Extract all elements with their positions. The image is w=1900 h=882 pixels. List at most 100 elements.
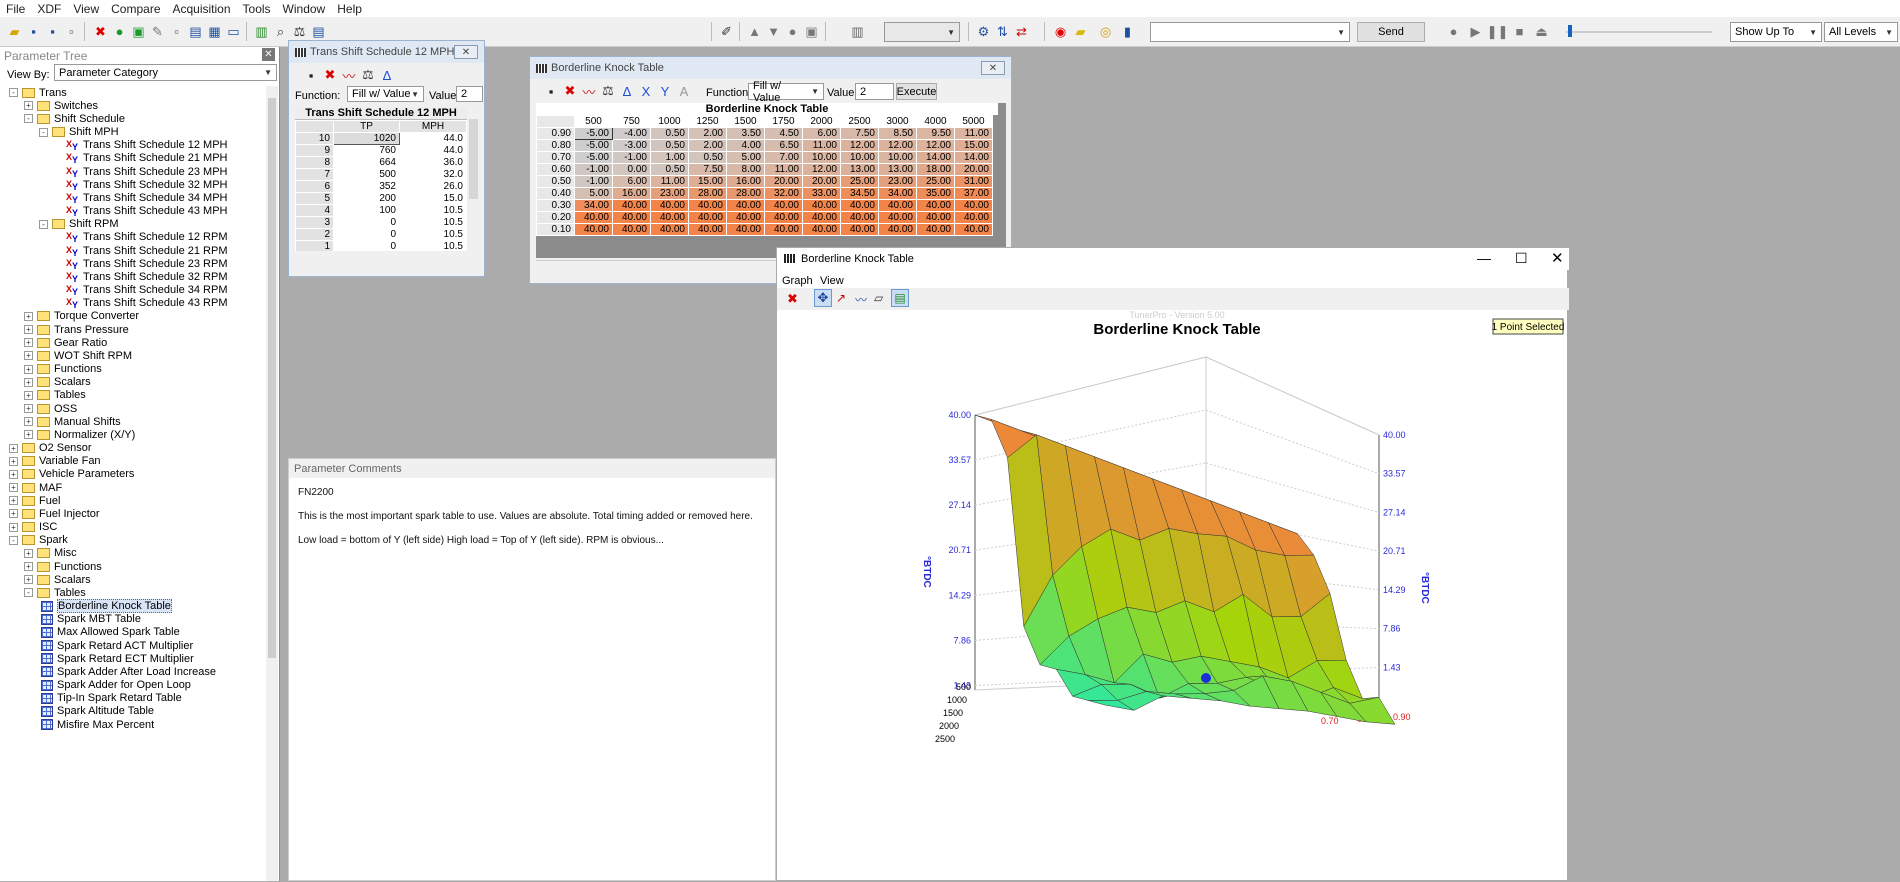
tree-node[interactable]: Spark Altitude Table	[41, 705, 154, 718]
wand-icon[interactable]: ✐	[718, 23, 735, 40]
surface-icon[interactable]: ▱	[874, 291, 883, 305]
table-cell[interactable]: 40.00	[688, 211, 727, 224]
arrows-icon[interactable]: ⇅	[994, 23, 1011, 40]
tree-node[interactable]: X Y Trans Shift Schedule 32 MPH	[66, 178, 228, 192]
table-cell[interactable]: 40.00	[574, 223, 613, 236]
menu-acquisition[interactable]: Acquisition	[167, 2, 237, 16]
table-cell[interactable]: 40.00	[802, 223, 841, 236]
tree-node[interactable]: Spark Adder After Load Increase	[41, 665, 216, 678]
table-cell[interactable]: 40.00	[954, 211, 993, 224]
collapse-icon[interactable]: -	[9, 88, 18, 97]
tree-node[interactable]: X Y Trans Shift Schedule 43 RPM	[66, 297, 228, 310]
tree-node[interactable]: + Misc	[24, 547, 77, 560]
up-icon[interactable]: ▲	[746, 23, 763, 40]
save-icon[interactable]: ▪	[25, 23, 42, 40]
compare-icon[interactable]: ⚖	[600, 83, 616, 99]
menu-graph[interactable]: Graph	[782, 275, 813, 287]
table-cell[interactable]: 32.00	[764, 187, 803, 200]
expand-icon[interactable]: +	[24, 101, 33, 111]
table-cell[interactable]: 10.00	[878, 151, 917, 164]
table-cell[interactable]: -5.00	[574, 151, 613, 164]
table-cell[interactable]: 44.0	[399, 132, 467, 145]
expand-icon[interactable]: +	[24, 430, 33, 440]
tools-icon[interactable]: ✎	[149, 23, 166, 40]
table-cell[interactable]: 12.00	[802, 163, 841, 176]
levels-select[interactable]: All Levels ▼	[1824, 22, 1898, 42]
table-cell[interactable]: 40.00	[878, 211, 917, 224]
table-cell[interactable]: 11.00	[802, 139, 841, 152]
table-cell[interactable]: 40.00	[650, 199, 689, 212]
menu-view[interactable]: View	[820, 275, 844, 287]
table-scrollbar[interactable]	[468, 107, 479, 251]
note-icon[interactable]: ▰	[1072, 23, 1089, 40]
table-cell[interactable]: 25.00	[916, 175, 955, 188]
tree-node[interactable]: + Torque Converter	[24, 310, 139, 323]
tree-node[interactable]: + Fuel	[9, 494, 60, 507]
move-icon[interactable]: ✥	[814, 289, 832, 307]
gauge-icon[interactable]: ◎	[1097, 23, 1114, 40]
table-cell[interactable]: 200	[333, 192, 400, 205]
command-select[interactable]: ▼	[1150, 22, 1350, 42]
table-cell[interactable]: 14.00	[916, 151, 955, 164]
tree-node[interactable]: - Shift Schedule	[24, 112, 125, 125]
binary-icon[interactable]: ▥	[253, 23, 270, 40]
table-cell[interactable]: 100	[333, 204, 400, 217]
tree-node[interactable]: + Fuel Injector	[9, 507, 100, 520]
table-cell[interactable]: 13.00	[878, 163, 917, 176]
table-cell[interactable]: 32.0	[399, 168, 467, 181]
expand-icon[interactable]: +	[24, 575, 33, 585]
table-cell[interactable]: 7.50	[840, 127, 879, 140]
show-up-to-select[interactable]: Show Up To ▼	[1730, 22, 1822, 42]
expand-icon[interactable]: +	[24, 404, 33, 414]
table-cell[interactable]: 18.00	[916, 163, 955, 176]
execute-button[interactable]: Execute	[896, 83, 937, 100]
tree-node[interactable]: X Y Trans Shift Schedule 43 MPH	[66, 205, 228, 218]
table-cell[interactable]: 40.00	[612, 223, 651, 236]
table-cell[interactable]: 6.00	[802, 127, 841, 140]
menu-xdf[interactable]: XDF	[31, 2, 67, 16]
transfer-icon[interactable]: ⇄	[1013, 23, 1030, 40]
table-cell[interactable]: 40.00	[612, 199, 651, 212]
table-cell[interactable]: 11.00	[954, 127, 993, 140]
table-cell[interactable]: 9.50	[916, 127, 955, 140]
expand-icon[interactable]: +	[24, 364, 33, 374]
table-cell[interactable]: -5.00	[574, 127, 613, 140]
expand-icon[interactable]: +	[9, 496, 18, 506]
table-cell[interactable]: 0.50	[650, 127, 689, 140]
table-cell[interactable]: 40.00	[688, 199, 727, 212]
table-cell[interactable]: 11.00	[764, 163, 803, 176]
table-cell[interactable]: 40.00	[840, 223, 879, 236]
rec-icon[interactable]: ●	[1445, 23, 1462, 40]
table-cell[interactable]: 40.00	[802, 211, 841, 224]
table-cell[interactable]: 1020	[333, 132, 400, 145]
table-cell[interactable]: 40.00	[916, 211, 955, 224]
table-cell[interactable]: 40.00	[878, 223, 917, 236]
record-icon[interactable]: ◉	[1052, 23, 1069, 40]
table-cell[interactable]: -1.00	[574, 175, 613, 188]
table-cell[interactable]: 10.5	[399, 216, 467, 229]
table-cell[interactable]: 40.00	[802, 199, 841, 212]
table-cell[interactable]: 7.00	[764, 151, 803, 164]
close-icon[interactable]: ✕	[1551, 249, 1564, 267]
table-cell[interactable]: 2.00	[688, 139, 727, 152]
table-cell[interactable]: 0.50	[650, 163, 689, 176]
table-cell[interactable]: 16.00	[726, 175, 765, 188]
tree-node[interactable]: + Functions	[24, 560, 102, 573]
menu-compare[interactable]: Compare	[105, 2, 166, 16]
graph-icon[interactable]: 〰	[341, 67, 357, 84]
checksum-icon[interactable]: ▤	[310, 23, 327, 40]
graph-icon[interactable]: 〰	[581, 83, 597, 100]
table-cell[interactable]: 0.50	[650, 139, 689, 152]
tree-node[interactable]: Max Allowed Spark Table	[41, 626, 180, 639]
playback-slider[interactable]	[1566, 31, 1712, 33]
menu-window[interactable]: Window	[277, 2, 332, 16]
chip-select[interactable]: ▼	[884, 22, 960, 42]
table-cell[interactable]: 8.00	[726, 163, 765, 176]
table-cell[interactable]: 37.00	[954, 187, 993, 200]
table-cell[interactable]: 6.50	[764, 139, 803, 152]
table-cell[interactable]: 40.00	[954, 223, 993, 236]
table-cell[interactable]: 33.00	[802, 187, 841, 200]
collapse-icon[interactable]: -	[24, 114, 33, 124]
delete-icon[interactable]: ✖	[92, 23, 109, 40]
tree-node[interactable]: + Switches	[24, 99, 98, 112]
